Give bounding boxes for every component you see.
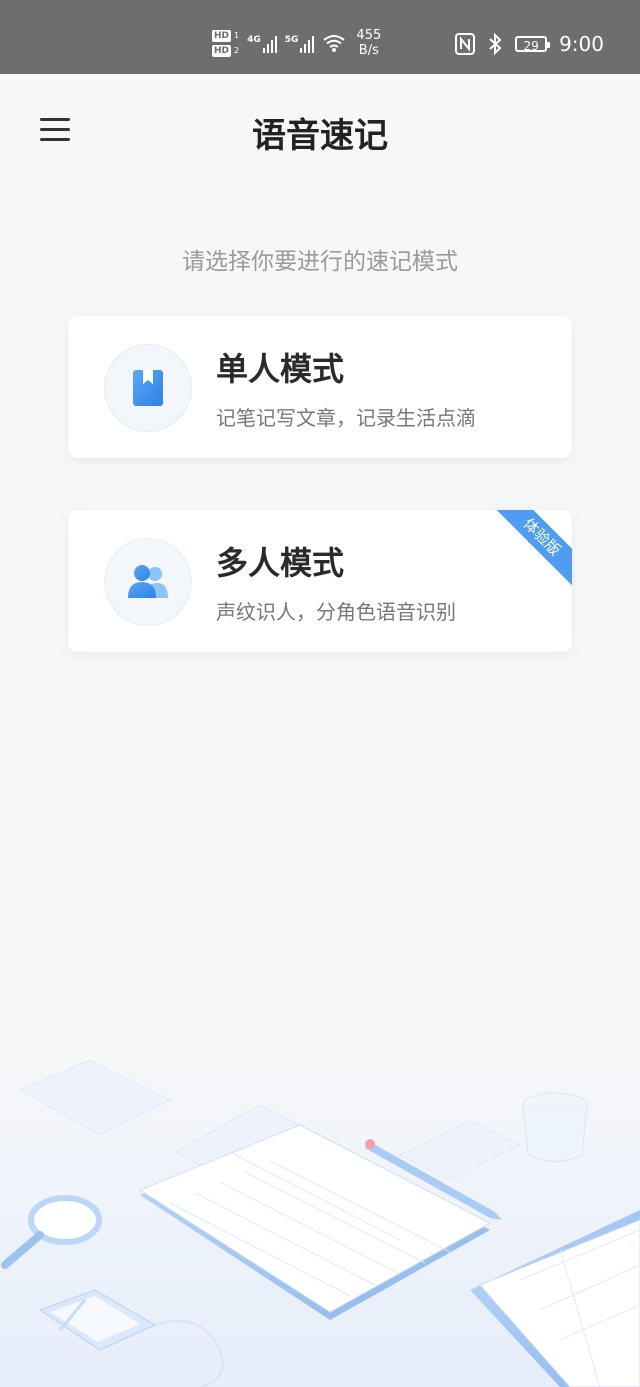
bluetooth-icon (489, 33, 502, 55)
status-bar: HD 1 HD 2 4G 5G 455 B/s 29 9:00 (0, 0, 640, 74)
trial-version-badge: 体验版 (490, 510, 572, 589)
status-left-group: HD 1 HD 2 4G 5G 455 B/s (212, 28, 381, 58)
status-time: 9:00 (559, 32, 604, 56)
network-speed: 455 B/s (356, 28, 381, 58)
network-speed-value: 455 (356, 28, 382, 43)
hd-indicators: HD 1 HD 2 (212, 29, 240, 57)
network-type-sim2: 5G (284, 35, 299, 45)
hd-sim1-label: 1 (234, 30, 240, 40)
signal-sim2: 5G (285, 33, 315, 53)
network-type-sim1: 4G (247, 35, 261, 45)
status-right-group: 29 9:00 (455, 32, 604, 56)
single-mode-card[interactable]: 单人模式 记笔记写文章，记录生活点滴 (68, 316, 572, 458)
multi-mode-icon-circle (104, 538, 192, 626)
single-mode-title: 单人模式 (216, 350, 345, 388)
mode-prompt: 请选择你要进行的速记模式 (182, 249, 458, 275)
battery-level: 29 (523, 39, 539, 53)
network-speed-unit: B/s (358, 43, 379, 58)
multi-mode-card[interactable]: 多人模式 声纹识人，分角色语音识别 体验版 (68, 510, 572, 652)
battery-icon: 29 (515, 36, 551, 53)
desk-illustration (0, 1060, 640, 1387)
hd-badge-sim2: HD (212, 44, 232, 57)
multi-mode-description: 声纹识人，分角色语音识别 (216, 600, 456, 624)
hd-badge-sim1: HD (212, 29, 232, 42)
signal-bars-icon (262, 33, 277, 53)
hd-sim2-label: 2 (234, 45, 240, 55)
nfc-icon (455, 33, 476, 55)
single-mode-icon-circle (104, 344, 192, 432)
wifi-icon (323, 35, 346, 52)
signal-bars-icon (300, 33, 315, 53)
bookmark-book-icon (133, 370, 163, 406)
single-mode-description: 记笔记写文章，记录生活点滴 (216, 406, 476, 430)
signal-sim1: 4G (247, 33, 277, 53)
page-title: 语音速记 (252, 116, 388, 156)
users-icon (128, 565, 168, 598)
multi-mode-title: 多人模式 (216, 544, 345, 582)
